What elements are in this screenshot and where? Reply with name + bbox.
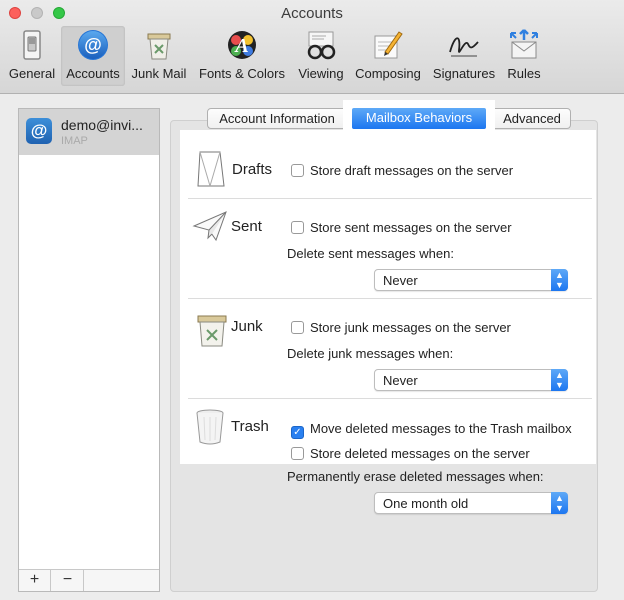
toolbar-label: Rules bbox=[507, 66, 541, 81]
store-sent-option[interactable]: Store sent messages on the server bbox=[291, 220, 512, 235]
toolbar-item-viewing[interactable]: Viewing bbox=[294, 26, 348, 86]
toolbar-label: Composing bbox=[355, 66, 421, 81]
svg-text:A: A bbox=[233, 35, 248, 57]
add-account-button[interactable]: + bbox=[19, 570, 51, 591]
delete-sent-label: Delete sent messages when: bbox=[287, 246, 454, 261]
toolbar-item-composing[interactable]: Composing bbox=[350, 26, 426, 86]
store-drafts-option[interactable]: Store draft messages on the server bbox=[291, 163, 513, 178]
store-deleted-checkbox[interactable] bbox=[291, 447, 304, 460]
toolbar-item-fonts-colors[interactable]: A Fonts & Colors bbox=[194, 26, 290, 86]
junk-bin-icon bbox=[147, 33, 171, 60]
erase-deleted-select[interactable]: One month old ▲ ▼ bbox=[374, 492, 568, 514]
toolbar-label: Fonts & Colors bbox=[199, 66, 285, 81]
signature-icon bbox=[449, 37, 479, 57]
move-to-trash-checkbox[interactable]: ✓ bbox=[291, 426, 304, 439]
title-bar: Accounts General @ Accounts Junk Mail A … bbox=[0, 0, 624, 94]
store-junk-option[interactable]: Store junk messages on the server bbox=[291, 320, 511, 335]
svg-text:@: @ bbox=[84, 35, 102, 55]
delete-junk-select[interactable]: Never ▲ ▼ bbox=[374, 369, 568, 391]
remove-account-button[interactable]: − bbox=[52, 570, 84, 591]
select-value: One month old bbox=[383, 496, 469, 511]
rules-envelope-icon bbox=[510, 29, 538, 59]
junk-title: Junk bbox=[231, 318, 263, 335]
tab-advanced[interactable]: Advanced bbox=[493, 108, 571, 129]
select-value: Never bbox=[383, 273, 418, 288]
tab-mailbox-behaviors[interactable]: Mailbox Behaviors bbox=[352, 108, 486, 129]
paper-plane-icon bbox=[192, 211, 227, 242]
toolbar-label: Viewing bbox=[298, 66, 344, 81]
toolbar-label: Accounts bbox=[66, 66, 120, 81]
drafts-title: Drafts bbox=[232, 161, 273, 178]
delete-junk-label: Delete junk messages when: bbox=[287, 346, 454, 361]
account-type: IMAP bbox=[61, 135, 88, 147]
trash-title: Trash bbox=[231, 418, 269, 435]
erase-deleted-label: Permanently erase deleted messages when: bbox=[287, 469, 544, 484]
delete-sent-select[interactable]: Never ▲ ▼ bbox=[374, 269, 568, 291]
toolbar-item-rules[interactable]: Rules bbox=[502, 26, 546, 86]
tab-highlight: Mailbox Behaviors bbox=[343, 100, 495, 134]
toolbar-item-general[interactable]: General bbox=[6, 26, 58, 86]
accounts-list[interactable]: @ demo@invi... IMAP + − bbox=[18, 108, 160, 592]
toolbar-item-accounts[interactable]: @ Accounts bbox=[61, 26, 125, 86]
toolbar-label: Junk Mail bbox=[131, 66, 187, 81]
select-value: Never bbox=[383, 373, 418, 388]
section-divider bbox=[188, 398, 592, 399]
store-deleted-option[interactable]: Store deleted messages on the server bbox=[291, 446, 530, 461]
at-sign-icon: @ bbox=[78, 30, 108, 60]
store-drafts-checkbox[interactable] bbox=[291, 164, 304, 177]
toolbar-item-junk-mail[interactable]: Junk Mail bbox=[128, 26, 190, 86]
at-sign-icon: @ bbox=[26, 118, 52, 144]
list-controls: + − bbox=[19, 569, 159, 591]
glasses-icon bbox=[307, 31, 336, 60]
window-title: Accounts bbox=[281, 5, 343, 22]
pencil-note-icon bbox=[374, 31, 403, 59]
toolbar-label: Signatures bbox=[432, 66, 496, 81]
section-divider bbox=[188, 298, 592, 299]
account-row[interactable]: @ demo@invi... IMAP bbox=[19, 109, 159, 155]
switch-icon bbox=[23, 30, 41, 60]
toolbar-label: General bbox=[8, 66, 56, 81]
updown-chevron-icon: ▲ ▼ bbox=[551, 492, 568, 514]
updown-chevron-icon: ▲ ▼ bbox=[551, 269, 568, 291]
junk-bin-icon bbox=[197, 315, 227, 347]
preferences-toolbar: General @ Accounts Junk Mail A Fonts & C… bbox=[0, 26, 624, 90]
drafts-paper-icon bbox=[197, 151, 225, 187]
move-to-trash-option[interactable]: ✓ Move deleted messages to the Trash mail… bbox=[291, 421, 572, 439]
tab-account-information[interactable]: Account Information bbox=[207, 108, 347, 129]
fonts-colors-icon: A bbox=[228, 31, 256, 59]
mailbox-behaviors-content: Drafts Store draft messages on the serve… bbox=[180, 130, 596, 464]
account-name: demo@invi... bbox=[61, 117, 143, 133]
trash-can-icon bbox=[196, 409, 224, 445]
updown-chevron-icon: ▲ ▼ bbox=[551, 369, 568, 391]
toolbar-item-signatures[interactable]: Signatures bbox=[428, 26, 500, 86]
sent-title: Sent bbox=[231, 218, 262, 235]
section-divider bbox=[188, 198, 592, 199]
store-sent-checkbox[interactable] bbox=[291, 221, 304, 234]
store-junk-checkbox[interactable] bbox=[291, 321, 304, 334]
